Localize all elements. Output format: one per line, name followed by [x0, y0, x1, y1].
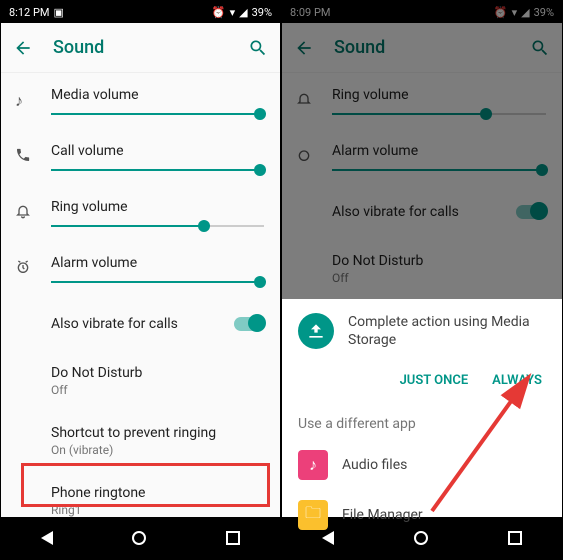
nav-back-icon[interactable]	[41, 531, 53, 545]
dnd-item[interactable]: Do Not Disturb Off	[1, 351, 280, 411]
media-storage-icon	[298, 313, 334, 349]
status-bar: 8:12 PM ▣ ⏰ ▾ ◢ 39%	[1, 1, 280, 23]
settings-list: ♪ Media volume Call volume Ring volume A…	[1, 73, 280, 517]
ring-volume-item[interactable]: Ring volume	[1, 185, 280, 241]
vibrate-item[interactable]: Also vibrate for calls	[1, 297, 280, 351]
audio-files-icon: ♪	[298, 450, 328, 480]
signal-icon: ◢	[239, 6, 247, 19]
shortcut-item[interactable]: Shortcut to prevent ringing On (vibrate)	[1, 411, 280, 471]
clock-icon	[15, 259, 31, 279]
status-time: 8:12 PM	[9, 6, 49, 19]
nav-home-icon[interactable]	[132, 531, 146, 545]
note-icon: ♪	[15, 91, 23, 111]
just-once-button[interactable]: JUST ONCE	[400, 373, 469, 388]
different-app-label: Use a different app	[282, 402, 562, 440]
media-slider[interactable]	[51, 113, 264, 115]
app-header: Sound	[1, 23, 280, 73]
nav-recent-icon[interactable]	[226, 531, 240, 545]
sheet-header[interactable]: Complete action using Media Storage	[282, 299, 562, 363]
alarm-icon: ⏰	[212, 6, 226, 19]
image-icon: ▣	[53, 6, 63, 19]
app-file-manager[interactable]: 🗀 File Manager	[282, 490, 562, 540]
action-sheet: Complete action using Media Storage JUST…	[282, 299, 562, 517]
app-audio-files[interactable]: ♪ Audio files	[282, 440, 562, 490]
alarm-slider[interactable]	[51, 281, 264, 283]
sheet-title: Complete action using Media Storage	[348, 313, 546, 349]
search-icon[interactable]	[248, 38, 268, 58]
media-volume-item[interactable]: ♪ Media volume	[1, 73, 280, 129]
page-title: Sound	[53, 37, 228, 58]
highlight-box	[21, 463, 270, 507]
call-slider[interactable]	[51, 169, 264, 171]
phone-right: 8:09 PM ⏰ ▾ ◢ 39% Sound Ring volume Alar…	[281, 0, 563, 560]
nav-bar	[1, 517, 280, 559]
phone-left: 8:12 PM ▣ ⏰ ▾ ◢ 39% Sound ♪ Media volume…	[0, 0, 281, 560]
vibrate-toggle[interactable]	[234, 317, 264, 331]
battery-icon: 39%	[252, 6, 272, 19]
alarm-volume-item[interactable]: Alarm volume	[1, 241, 280, 297]
bell-icon	[15, 203, 31, 223]
ring-slider[interactable]	[51, 225, 264, 227]
back-icon[interactable]	[13, 38, 33, 58]
wifi-icon: ▾	[230, 6, 236, 19]
always-button[interactable]: ALWAYS	[492, 373, 542, 388]
call-volume-item[interactable]: Call volume	[1, 129, 280, 185]
file-manager-icon: 🗀	[298, 500, 328, 530]
phone-icon	[15, 147, 31, 167]
